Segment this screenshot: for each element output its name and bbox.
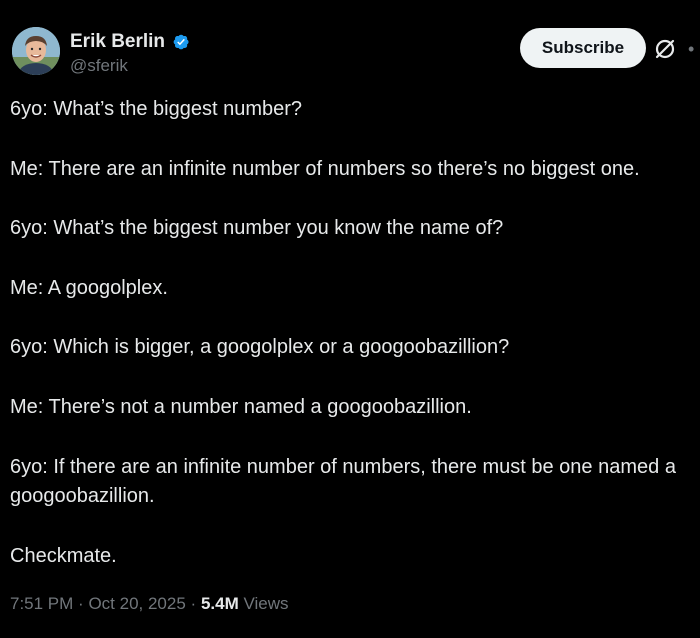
grok-icon[interactable] bbox=[652, 36, 678, 62]
views-label: Views bbox=[243, 594, 289, 613]
post-date[interactable]: Oct 20, 2025 bbox=[88, 594, 185, 613]
avatar[interactable] bbox=[12, 27, 60, 75]
post-line: Checkmate. bbox=[10, 544, 117, 567]
post-time[interactable]: 7:51 PM bbox=[10, 594, 73, 613]
display-name[interactable]: Erik Berlin bbox=[70, 31, 165, 53]
author-handle[interactable]: @sferik bbox=[70, 56, 128, 76]
post-line: 6yo: What’s the biggest number you know … bbox=[10, 217, 504, 240]
meta-separator: · bbox=[190, 594, 197, 613]
post-line: 6yo: If there are an infinite number of … bbox=[10, 455, 676, 508]
tweet: Erik Berlin @sferik Subscribe • 6yo: Wha… bbox=[0, 0, 700, 638]
post-line: Me: There’s not a number named a googoob… bbox=[10, 395, 472, 418]
more-dots-icon[interactable]: • bbox=[688, 37, 700, 61]
meta-separator: · bbox=[78, 594, 84, 613]
post-meta: 7:51 PM · Oct 20, 2025 · 5.4M Views bbox=[10, 592, 289, 616]
post-text: 6yo: What’s the biggest number? Me: Ther… bbox=[10, 95, 695, 571]
views-count: 5.4M bbox=[200, 594, 239, 613]
name-row: Erik Berlin bbox=[70, 31, 190, 53]
post-line: 6yo: Which is bigger, a googolplex or a … bbox=[10, 336, 510, 359]
post-line: Me: There are an infinite number of numb… bbox=[10, 157, 640, 180]
verified-badge-icon bbox=[170, 32, 190, 52]
post-line: Me: A googolplex. bbox=[10, 276, 168, 299]
subscribe-button[interactable]: Subscribe bbox=[520, 28, 646, 68]
post-line: 6yo: What’s the biggest number? bbox=[10, 98, 303, 120]
avatar-image bbox=[12, 27, 60, 75]
